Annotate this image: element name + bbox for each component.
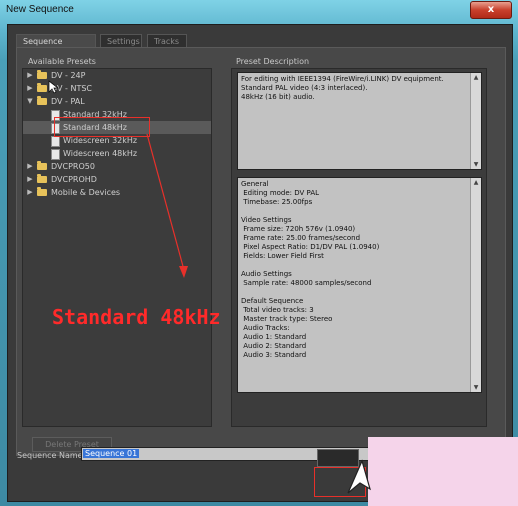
annotation-arrow bbox=[146, 133, 188, 278]
pink-watermark-overlay bbox=[368, 437, 518, 506]
mouse-cursor-icon bbox=[48, 80, 60, 94]
annotation-arrow-line bbox=[146, 133, 185, 271]
annotation-arrowhead-icon bbox=[179, 266, 188, 278]
white-arrow-icon bbox=[347, 459, 371, 494]
annotation-label: Standard 48kHz bbox=[52, 305, 221, 329]
